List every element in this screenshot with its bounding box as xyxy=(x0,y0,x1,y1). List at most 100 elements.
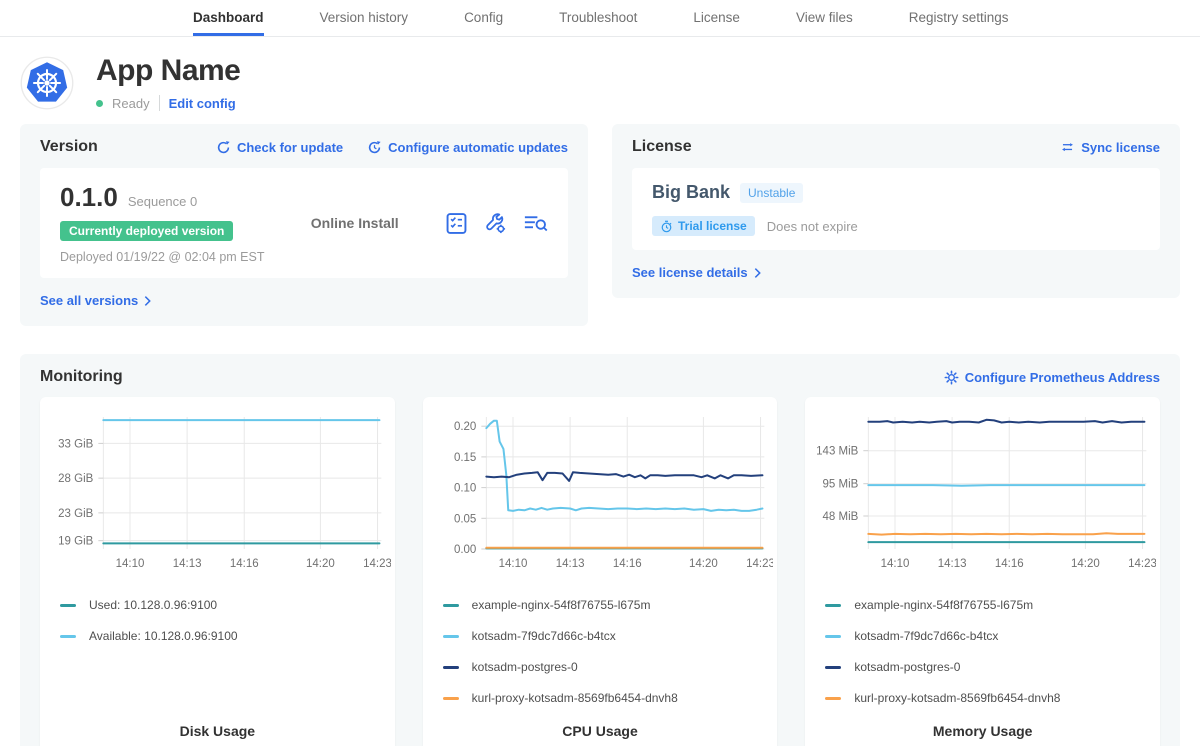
svg-text:14:23: 14:23 xyxy=(1128,558,1156,570)
svg-text:14:20: 14:20 xyxy=(1071,558,1100,570)
disk-usage-chart: 14:10 14:13 14:16 14:20 14:23 33 GiB 28 GiB 23 … xyxy=(44,405,391,577)
legend-item: kotsadm-postgres-0 xyxy=(825,660,1156,674)
svg-text:48 MiB: 48 MiB xyxy=(823,511,859,523)
tab-dashboard[interactable]: Dashboard xyxy=(193,0,264,36)
svg-text:19 GiB: 19 GiB xyxy=(58,536,93,548)
tab-config[interactable]: Config xyxy=(464,0,503,36)
config-gear-icon[interactable] xyxy=(484,212,507,235)
monitoring-section: Monitoring Configure Prometheus Address … xyxy=(20,354,1180,746)
svg-text:14:13: 14:13 xyxy=(173,558,202,570)
license-card: License Sync license Big Bank Unstable T… xyxy=(612,124,1180,298)
legend-item: kotsadm-postgres-0 xyxy=(443,660,774,674)
version-card-title: Version xyxy=(40,138,98,156)
svg-text:23 GiB: 23 GiB xyxy=(58,508,93,520)
memory-usage-legend: example-nginx-54f8f76755-l675m kotsadm-7f… xyxy=(825,581,1156,705)
tab-version-history[interactable]: Version history xyxy=(320,0,409,36)
svg-text:14:16: 14:16 xyxy=(995,558,1024,570)
install-type-label: Online Install xyxy=(264,215,445,231)
deployed-timestamp: Deployed 01/19/22 @ 02:04 pm EST xyxy=(60,250,264,264)
disk-usage-chart-card: 14:10 14:13 14:16 14:20 14:23 33 GiB 28 GiB 23 … xyxy=(40,397,395,746)
legend-label: Available: 10.128.0.96:9100 xyxy=(89,629,238,643)
cpu-usage-chart: 14:10 14:13 14:16 14:20 14:23 0.20 0.15 0.10 0.0… xyxy=(427,405,774,577)
tab-registry-settings[interactable]: Registry settings xyxy=(909,0,1009,36)
chevron-right-icon xyxy=(144,295,151,307)
version-number: 0.1.0 xyxy=(60,182,118,213)
legend-swatch xyxy=(825,666,841,669)
deploy-logs-icon[interactable] xyxy=(523,212,548,235)
legend-label: Used: 10.128.0.96:9100 xyxy=(89,598,217,612)
svg-text:0.05: 0.05 xyxy=(454,513,476,525)
version-card: Version Check for update Configure autom… xyxy=(20,124,588,326)
svg-text:14:10: 14:10 xyxy=(881,558,910,570)
svg-text:14:23: 14:23 xyxy=(363,558,391,570)
clock-refresh-icon xyxy=(367,140,382,155)
svg-text:33 GiB: 33 GiB xyxy=(58,438,93,450)
svg-text:14:23: 14:23 xyxy=(746,558,774,570)
stopwatch-icon xyxy=(660,220,673,233)
legend-label: example-nginx-54f8f76755-l675m xyxy=(854,598,1033,612)
svg-text:0.20: 0.20 xyxy=(454,421,476,433)
memory-usage-chart: 14:1014:1314:1614:2014:23143 MiB95 MiB48… xyxy=(809,405,1156,577)
customer-name: Big Bank xyxy=(652,182,730,203)
legend-item: kotsadm-7f9dc7d66c-b4tcx xyxy=(825,629,1156,643)
svg-text:14:10: 14:10 xyxy=(498,558,527,570)
svg-text:14:10: 14:10 xyxy=(116,558,145,570)
check-for-update-button[interactable]: Check for update xyxy=(216,140,343,155)
chart-title: CPU Usage xyxy=(427,705,774,739)
status-text: Ready xyxy=(112,96,150,111)
chart-title: Disk Usage xyxy=(44,705,391,739)
configure-automatic-updates-button[interactable]: Configure automatic updates xyxy=(367,140,568,155)
disk-usage-legend: Used: 10.128.0.96:9100 Available: 10.128.… xyxy=(60,581,391,643)
legend-swatch xyxy=(825,635,841,638)
refresh-icon xyxy=(216,140,231,155)
svg-text:143 MiB: 143 MiB xyxy=(816,446,859,458)
svg-text:0.10: 0.10 xyxy=(454,483,476,495)
license-card-title: License xyxy=(632,138,692,156)
cpu-usage-chart-card: 14:10 14:13 14:16 14:20 14:23 0.20 0.15 0.10 0.0… xyxy=(423,397,778,746)
svg-text:14:16: 14:16 xyxy=(613,558,642,570)
chevron-right-icon xyxy=(754,267,761,279)
legend-item: kurl-proxy-kotsadm-8569fb6454-dnvh8 xyxy=(443,691,774,705)
legend-item: kotsadm-7f9dc7d66c-b4tcx xyxy=(443,629,774,643)
cpu-usage-legend: example-nginx-54f8f76755-l675mkotsadm-7f… xyxy=(443,581,774,705)
svg-text:28 GiB: 28 GiB xyxy=(58,473,93,485)
current-version-panel: 0.1.0 Sequence 0 Currently deployed vers… xyxy=(40,168,568,278)
see-license-details-link[interactable]: See license details xyxy=(632,265,761,280)
top-nav: Dashboard Version history Config Trouble… xyxy=(0,0,1200,37)
sync-license-button[interactable]: Sync license xyxy=(1060,140,1160,155)
expiration-text: Does not expire xyxy=(767,219,858,234)
svg-text:14:20: 14:20 xyxy=(306,558,335,570)
legend-label: kotsadm-postgres-0 xyxy=(854,660,960,674)
tab-license[interactable]: License xyxy=(693,0,740,36)
legend-label: kotsadm-postgres-0 xyxy=(472,660,578,674)
legend-label: kurl-proxy-kotsadm-8569fb6454-dnvh8 xyxy=(472,691,678,705)
legend-item: kurl-proxy-kotsadm-8569fb6454-dnvh8 xyxy=(825,691,1156,705)
svg-text:14:20: 14:20 xyxy=(689,558,718,570)
legend-swatch xyxy=(825,604,841,607)
svg-text:0.15: 0.15 xyxy=(454,452,476,464)
legend-swatch xyxy=(443,635,459,638)
legend-label: kurl-proxy-kotsadm-8569fb6454-dnvh8 xyxy=(854,691,1060,705)
svg-text:0.00: 0.00 xyxy=(454,544,476,556)
legend-swatch xyxy=(60,604,76,607)
page-title: App Name xyxy=(96,54,240,88)
edit-config-link[interactable]: Edit config xyxy=(169,96,236,111)
legend-item: Used: 10.128.0.96:9100 xyxy=(60,598,391,612)
svg-text:14:13: 14:13 xyxy=(555,558,584,570)
license-type-badge: Trial license xyxy=(652,216,755,236)
tab-view-files[interactable]: View files xyxy=(796,0,853,36)
license-panel: Big Bank Unstable Trial license Does not… xyxy=(632,168,1160,250)
see-all-versions-link[interactable]: See all versions xyxy=(40,293,151,308)
deployed-badge: Currently deployed version xyxy=(60,221,233,241)
kubernetes-logo-icon xyxy=(20,56,74,110)
legend-label: kotsadm-7f9dc7d66c-b4tcx xyxy=(854,629,998,643)
preflight-checks-icon[interactable] xyxy=(445,212,468,235)
status-dot xyxy=(96,100,103,107)
svg-text:14:16: 14:16 xyxy=(230,558,259,570)
monitoring-title: Monitoring xyxy=(40,368,123,386)
legend-swatch xyxy=(443,604,459,607)
memory-usage-chart-card: 14:1014:1314:1614:2014:23143 MiB95 MiB48… xyxy=(805,397,1160,746)
configure-prometheus-button[interactable]: Configure Prometheus Address xyxy=(944,370,1160,385)
chart-title: Memory Usage xyxy=(809,705,1156,739)
tab-troubleshoot[interactable]: Troubleshoot xyxy=(559,0,637,36)
